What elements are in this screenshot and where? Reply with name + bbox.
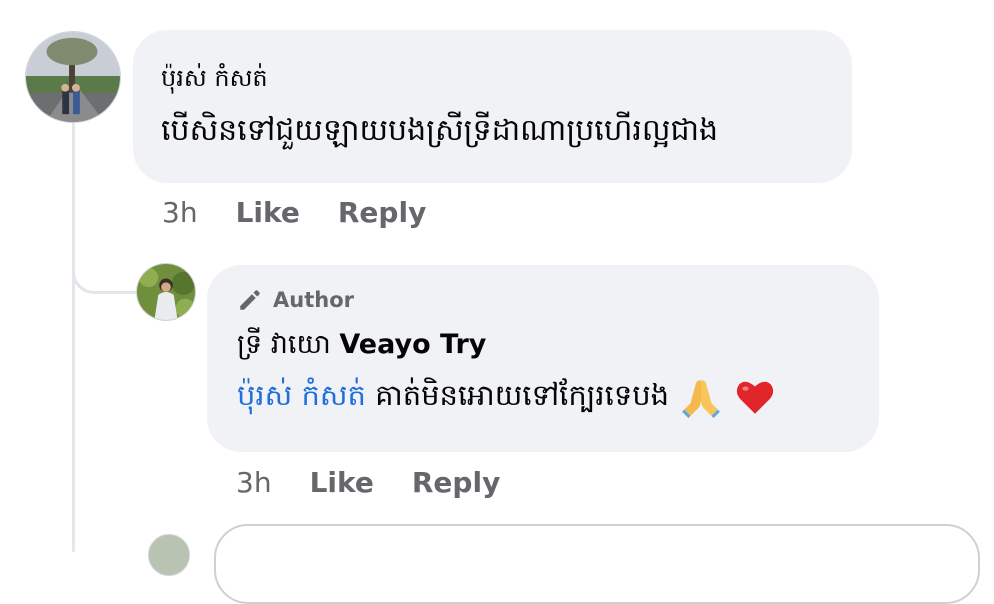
author-avatar[interactable] bbox=[136, 263, 196, 321]
author-badge-label: Author bbox=[273, 288, 354, 312]
reply-text: គាត់មិនអោយទៅក្បែរទេបង bbox=[375, 378, 670, 412]
commenter-name[interactable]: ប៉ុរស់ កំសត់ bbox=[161, 62, 824, 94]
comment-text: បើសិនទៅជួយឡាយបងស្រីទ្រីដាណាប្រហើរល្អជាង bbox=[161, 113, 719, 148]
reply-button[interactable]: Reply bbox=[338, 196, 426, 229]
author-avatar-photo bbox=[137, 264, 195, 320]
composer-avatar bbox=[148, 534, 190, 576]
author-name-khmer: ទ្រី វាយោ bbox=[237, 329, 331, 360]
reply-input[interactable] bbox=[214, 524, 980, 604]
reply-actions: 3h Like Reply bbox=[236, 466, 538, 499]
reply-timestamp[interactable]: 3h bbox=[236, 466, 272, 499]
comment-bubble: ប៉ុរស់ កំសត់ បើសិនទៅជួយឡាយបងស្រីទ្រីដាណា… bbox=[133, 30, 852, 183]
reply-author-name[interactable]: ទ្រី វាយោ Veayo Try bbox=[237, 327, 849, 363]
commenter-avatar-photo bbox=[26, 32, 120, 122]
author-badge: Author bbox=[237, 287, 849, 313]
red-heart-icon bbox=[736, 381, 773, 414]
comment-actions: 3h Like Reply bbox=[162, 196, 464, 229]
reply-reply-button[interactable]: Reply bbox=[412, 466, 500, 499]
commenter-avatar[interactable] bbox=[25, 31, 121, 123]
reply-text-line: ប៉ុរស់ កំសត់ គាត់មិនអោយទៅក្បែរទេបង bbox=[237, 373, 849, 418]
reply-like-button[interactable]: Like bbox=[310, 466, 374, 499]
mention-link[interactable]: ប៉ុរស់ កំសត់ bbox=[237, 378, 366, 412]
reply-bubble: Author ទ្រី វាយោ Veayo Try ប៉ុរស់ កំសត់ … bbox=[207, 265, 879, 452]
thread-line bbox=[72, 122, 75, 552]
comment-timestamp[interactable]: 3h bbox=[162, 196, 198, 229]
author-name-latin: Veayo Try bbox=[339, 329, 487, 360]
reply-connector bbox=[72, 230, 136, 294]
pencil-icon bbox=[240, 290, 260, 310]
folded-hands-icon bbox=[682, 380, 721, 418]
like-button[interactable]: Like bbox=[236, 196, 300, 229]
